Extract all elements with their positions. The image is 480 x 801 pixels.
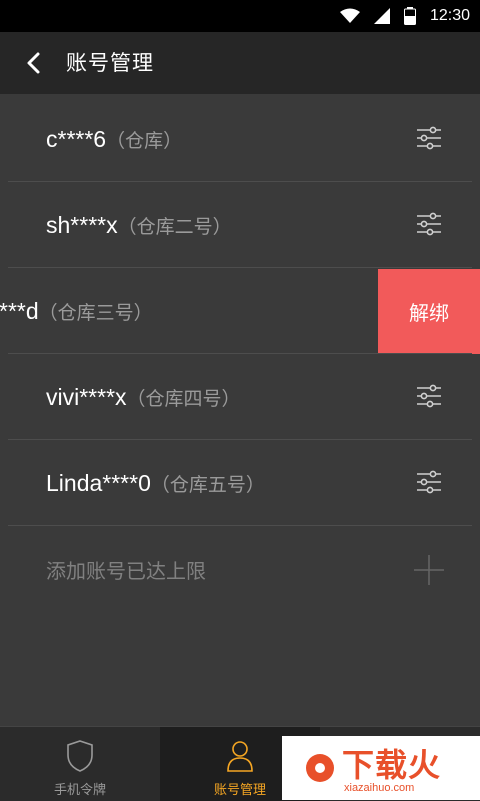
back-arrow-icon[interactable] bbox=[20, 49, 48, 77]
download-logo-icon bbox=[306, 754, 334, 782]
settings-sliders-icon[interactable] bbox=[416, 211, 442, 237]
watermark-logo: 下载火 xiazaihuo.com bbox=[282, 736, 480, 800]
account-tag: （仓库） bbox=[106, 130, 183, 152]
watermark-brand: 下载火 bbox=[342, 746, 442, 784]
account-list: c****6（仓库） sh****x（仓库二号） ***d（仓库三号） 解绑 v… bbox=[0, 96, 480, 616]
settings-sliders-icon[interactable] bbox=[416, 125, 442, 151]
unbind-button[interactable]: 解绑 bbox=[378, 269, 480, 354]
tab-phone-token[interactable]: 手机令牌 bbox=[0, 727, 160, 801]
account-row[interactable]: Linda****0（仓库五号） bbox=[0, 440, 480, 526]
status-bar: 12:30 bbox=[0, 0, 480, 32]
account-row[interactable]: c****6（仓库） bbox=[0, 96, 480, 182]
account-row[interactable]: sh****x（仓库二号） bbox=[0, 182, 480, 268]
page-title: 账号管理 bbox=[66, 51, 154, 75]
plus-icon bbox=[414, 555, 444, 585]
settings-sliders-icon[interactable] bbox=[416, 469, 442, 495]
add-account-label: 添加账号已达上限 bbox=[46, 559, 206, 583]
account-row[interactable]: vivi****x（仓库四号） bbox=[0, 354, 480, 440]
signal-icon bbox=[373, 8, 390, 24]
account-name: c****6 bbox=[46, 126, 107, 152]
settings-sliders-icon[interactable] bbox=[416, 383, 442, 409]
account-name: ***d bbox=[0, 298, 39, 324]
app-bar: 账号管理 bbox=[0, 32, 480, 94]
tab-label: 手机令牌 bbox=[53, 783, 106, 798]
user-icon bbox=[227, 741, 253, 772]
account-row[interactable]: ***d（仓库三号） 解绑 bbox=[0, 268, 480, 354]
account-name: vivi****x bbox=[46, 384, 127, 410]
account-name: sh****x bbox=[46, 212, 118, 238]
account-tag: （仓库三号） bbox=[38, 302, 153, 324]
account-tag: （仓库四号） bbox=[126, 388, 241, 410]
shield-icon bbox=[67, 740, 93, 772]
account-tag: （仓库五号） bbox=[150, 474, 265, 496]
account-name: Linda****0 bbox=[46, 470, 151, 496]
account-tag: （仓库二号） bbox=[117, 216, 232, 238]
add-account-row: 添加账号已达上限 bbox=[0, 526, 480, 616]
wifi-icon bbox=[339, 8, 360, 23]
status-time: 12:30 bbox=[429, 7, 470, 24]
battery-icon bbox=[403, 7, 416, 25]
watermark-url: xiazaihuo.com bbox=[344, 782, 415, 794]
